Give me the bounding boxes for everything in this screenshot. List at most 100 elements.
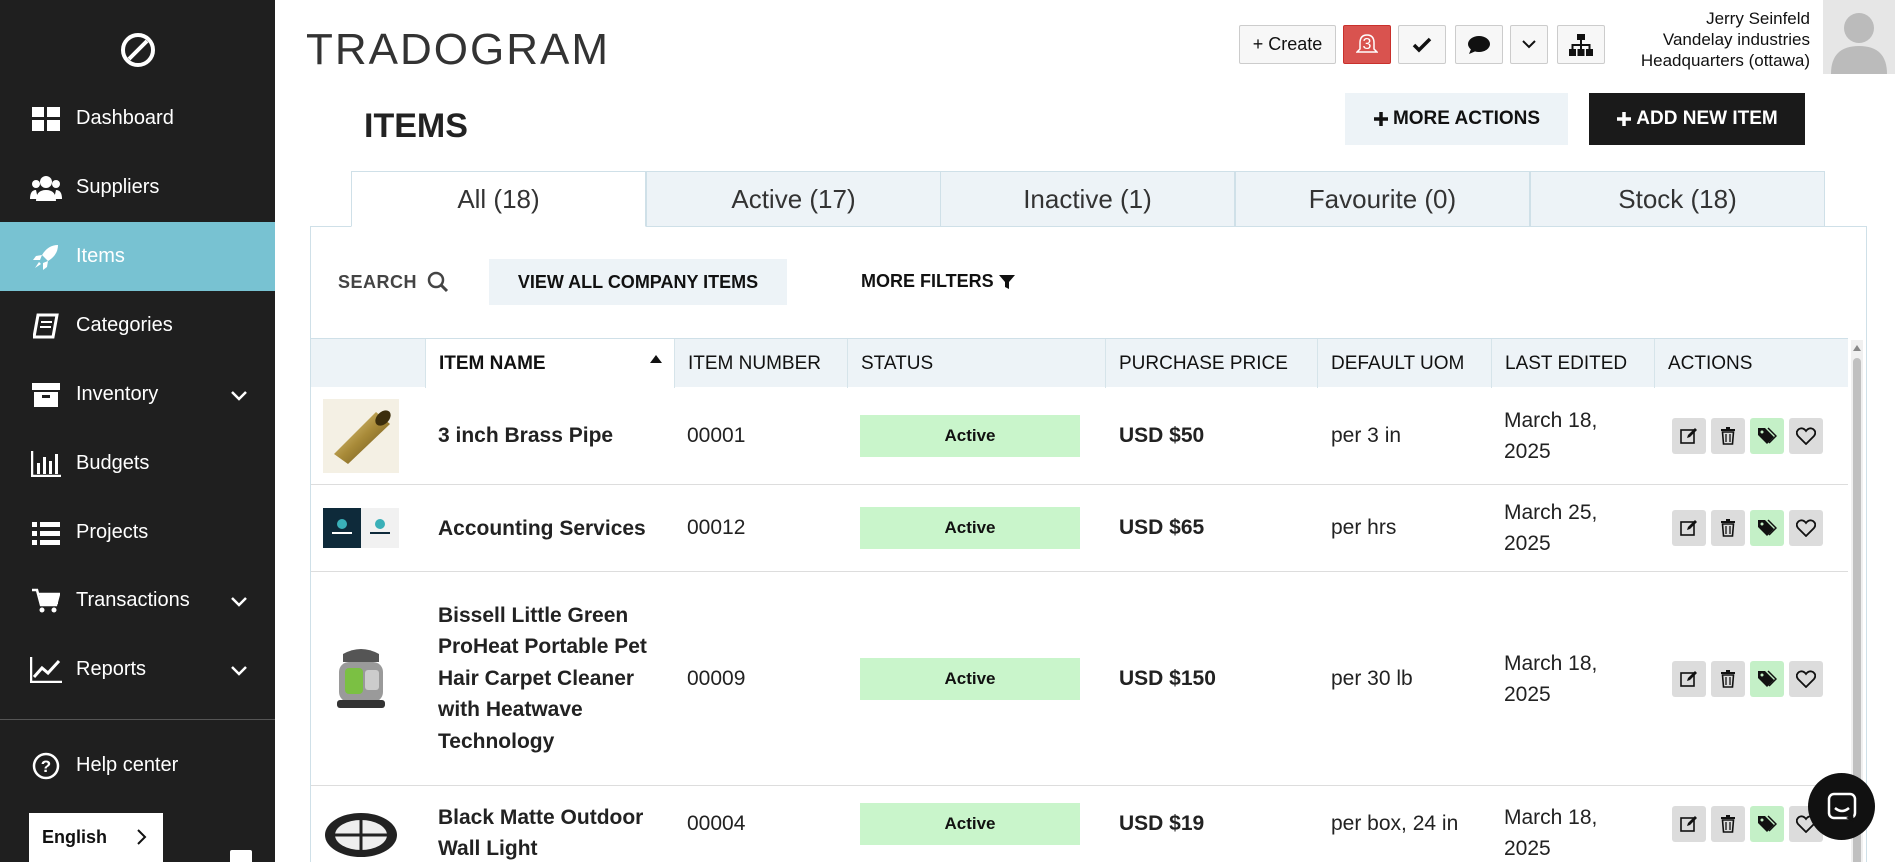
- column-header-status[interactable]: STATUS: [847, 339, 1105, 388]
- favourite-button[interactable]: [1789, 510, 1823, 546]
- item-number: 00004: [687, 812, 746, 835]
- chat-launcher-button[interactable]: [1808, 773, 1875, 840]
- edit-button[interactable]: [1672, 417, 1706, 454]
- delete-button[interactable]: [1711, 417, 1745, 454]
- purchase-price: USD $65: [1119, 516, 1205, 539]
- item-name[interactable]: Bissell Little Green ProHeat Portable Pe…: [438, 572, 673, 785]
- sidebar-item-inventory[interactable]: Inventory: [0, 360, 275, 429]
- sidebar-item-help[interactable]: ? Help center: [0, 731, 275, 800]
- tab-favourite[interactable]: Favourite (0): [1235, 171, 1530, 227]
- column-header-purchase-price[interactable]: PURCHASE PRICE: [1105, 339, 1317, 388]
- trash-icon: [1721, 669, 1735, 688]
- purchase-price: USD $19: [1119, 812, 1205, 835]
- tab-stock[interactable]: Stock (18): [1530, 171, 1825, 227]
- item-thumbnail[interactable]: [323, 572, 399, 785]
- scroll-up-arrow-icon: [1853, 345, 1861, 351]
- table-row[interactable]: Accounting Services 00012 Active USD $65…: [311, 485, 1848, 572]
- edit-button[interactable]: [1672, 660, 1706, 697]
- item-thumbnail[interactable]: [323, 786, 399, 862]
- messages-dropdown-button[interactable]: [1510, 25, 1548, 64]
- sidebar-item-suppliers[interactable]: Suppliers: [0, 153, 275, 222]
- status-badge: Active: [860, 414, 1080, 457]
- row-actions: [1672, 786, 1828, 862]
- item-name[interactable]: Black Matte Outdoor Wall Light: [438, 786, 678, 862]
- more-actions-button[interactable]: MORE ACTIONS: [1345, 93, 1568, 145]
- sidebar-item-transactions[interactable]: Transactions: [0, 566, 275, 635]
- column-header-actions: ACTIONS: [1654, 339, 1848, 388]
- delete-button[interactable]: [1711, 806, 1745, 842]
- tag-button[interactable]: [1750, 806, 1784, 842]
- sidebar-item-categories[interactable]: Categories: [0, 291, 275, 360]
- default-uom: per 30 lb: [1331, 666, 1413, 690]
- edit-icon: [1680, 427, 1697, 444]
- trash-icon: [1721, 519, 1735, 537]
- item-thumbnail[interactable]: [323, 387, 399, 484]
- location-name: Headquarters (ottawa): [1640, 51, 1810, 70]
- sidebar-item-label: Suppliers: [76, 176, 160, 198]
- users-icon: [30, 174, 62, 202]
- column-header-last-edited[interactable]: LAST EDITED: [1491, 339, 1654, 388]
- delete-button[interactable]: [1711, 510, 1745, 546]
- edit-icon: [1680, 520, 1697, 536]
- tab-all[interactable]: All (18): [351, 171, 646, 227]
- bar-chart-icon: [30, 450, 62, 478]
- sidebar-item-reports[interactable]: Reports: [0, 635, 275, 704]
- row-actions: [1672, 485, 1828, 571]
- table-row[interactable]: Black Matte Outdoor Wall Light 00004 Act…: [311, 786, 1848, 862]
- sort-asc-icon: [650, 355, 662, 363]
- tag-button[interactable]: [1750, 417, 1784, 454]
- table-header: ITEM NAME ITEM NUMBER STATUS PURCHASE PR…: [311, 338, 1848, 388]
- org-chart-button[interactable]: [1557, 25, 1605, 64]
- column-header-item-name[interactable]: ITEM NAME: [425, 339, 674, 388]
- item-name[interactable]: Accounting Services: [438, 485, 648, 571]
- language-selector[interactable]: English: [29, 813, 163, 862]
- tag-button[interactable]: [1750, 510, 1784, 546]
- avatar[interactable]: [1823, 0, 1895, 74]
- column-header-item-number[interactable]: ITEM NUMBER: [674, 339, 847, 388]
- item-thumbnail[interactable]: [323, 485, 399, 571]
- box-icon: [30, 381, 62, 409]
- tag-icon: [1758, 669, 1777, 687]
- sidebar-item-dashboard[interactable]: Dashboard: [0, 84, 275, 153]
- create-button[interactable]: + Create: [1239, 25, 1336, 64]
- sidebar-item-label: Dashboard: [76, 107, 174, 129]
- external-link-icon[interactable]: [230, 850, 252, 862]
- user-info[interactable]: Jerry Seinfeld Vandelay industries Headq…: [1641, 8, 1810, 71]
- messages-button[interactable]: [1455, 25, 1503, 64]
- sidebar-item-items[interactable]: Items: [0, 222, 275, 291]
- edit-button[interactable]: [1672, 806, 1706, 842]
- add-new-item-button[interactable]: ADD NEW ITEM: [1589, 93, 1805, 145]
- sidebar-item-budgets[interactable]: Budgets: [0, 429, 275, 498]
- book-icon: [30, 312, 62, 340]
- view-all-company-items-button[interactable]: VIEW ALL COMPANY ITEMS: [489, 259, 787, 305]
- search-toggle[interactable]: SEARCH: [338, 271, 449, 293]
- last-edited: March 18, 2025: [1504, 651, 1598, 706]
- sitemap-icon: [1569, 33, 1593, 56]
- rocket-icon: [30, 243, 62, 271]
- tab-active[interactable]: Active (17): [646, 171, 941, 227]
- notification-count: 3: [1362, 35, 1372, 53]
- edit-button[interactable]: [1672, 510, 1706, 546]
- item-name[interactable]: 3 inch Brass Pipe: [438, 387, 678, 484]
- favourite-button[interactable]: [1789, 660, 1823, 697]
- table-row[interactable]: Bissell Little Green ProHeat Portable Pe…: [311, 572, 1848, 786]
- default-uom: per 3 in: [1331, 423, 1402, 447]
- help-label: Help center: [76, 754, 179, 776]
- favourite-button[interactable]: [1789, 417, 1823, 454]
- last-edited: March 18, 2025: [1504, 806, 1598, 860]
- sidebar-item-projects[interactable]: Projects: [0, 498, 275, 567]
- tag-button[interactable]: [1750, 660, 1784, 697]
- tab-inactive[interactable]: Inactive (1): [940, 171, 1235, 227]
- purchase-price: USD $50: [1119, 423, 1205, 447]
- sidebar-item-label: Items: [76, 245, 125, 267]
- notifications-button[interactable]: 3: [1343, 25, 1391, 64]
- table-row[interactable]: 3 inch Brass Pipe 00001 Active USD $50 p…: [311, 387, 1848, 485]
- tasks-button[interactable]: [1398, 25, 1446, 64]
- more-filters-button[interactable]: MORE FILTERS: [861, 271, 1015, 292]
- column-header-default-uom[interactable]: DEFAULT UOM: [1317, 339, 1491, 388]
- brand-logo[interactable]: TRADOGRAM: [306, 25, 610, 75]
- chat-icon: [1468, 35, 1490, 54]
- dashboard-icon: [30, 105, 62, 133]
- more-actions-label: MORE ACTIONS: [1392, 108, 1541, 129]
- delete-button[interactable]: [1711, 660, 1745, 697]
